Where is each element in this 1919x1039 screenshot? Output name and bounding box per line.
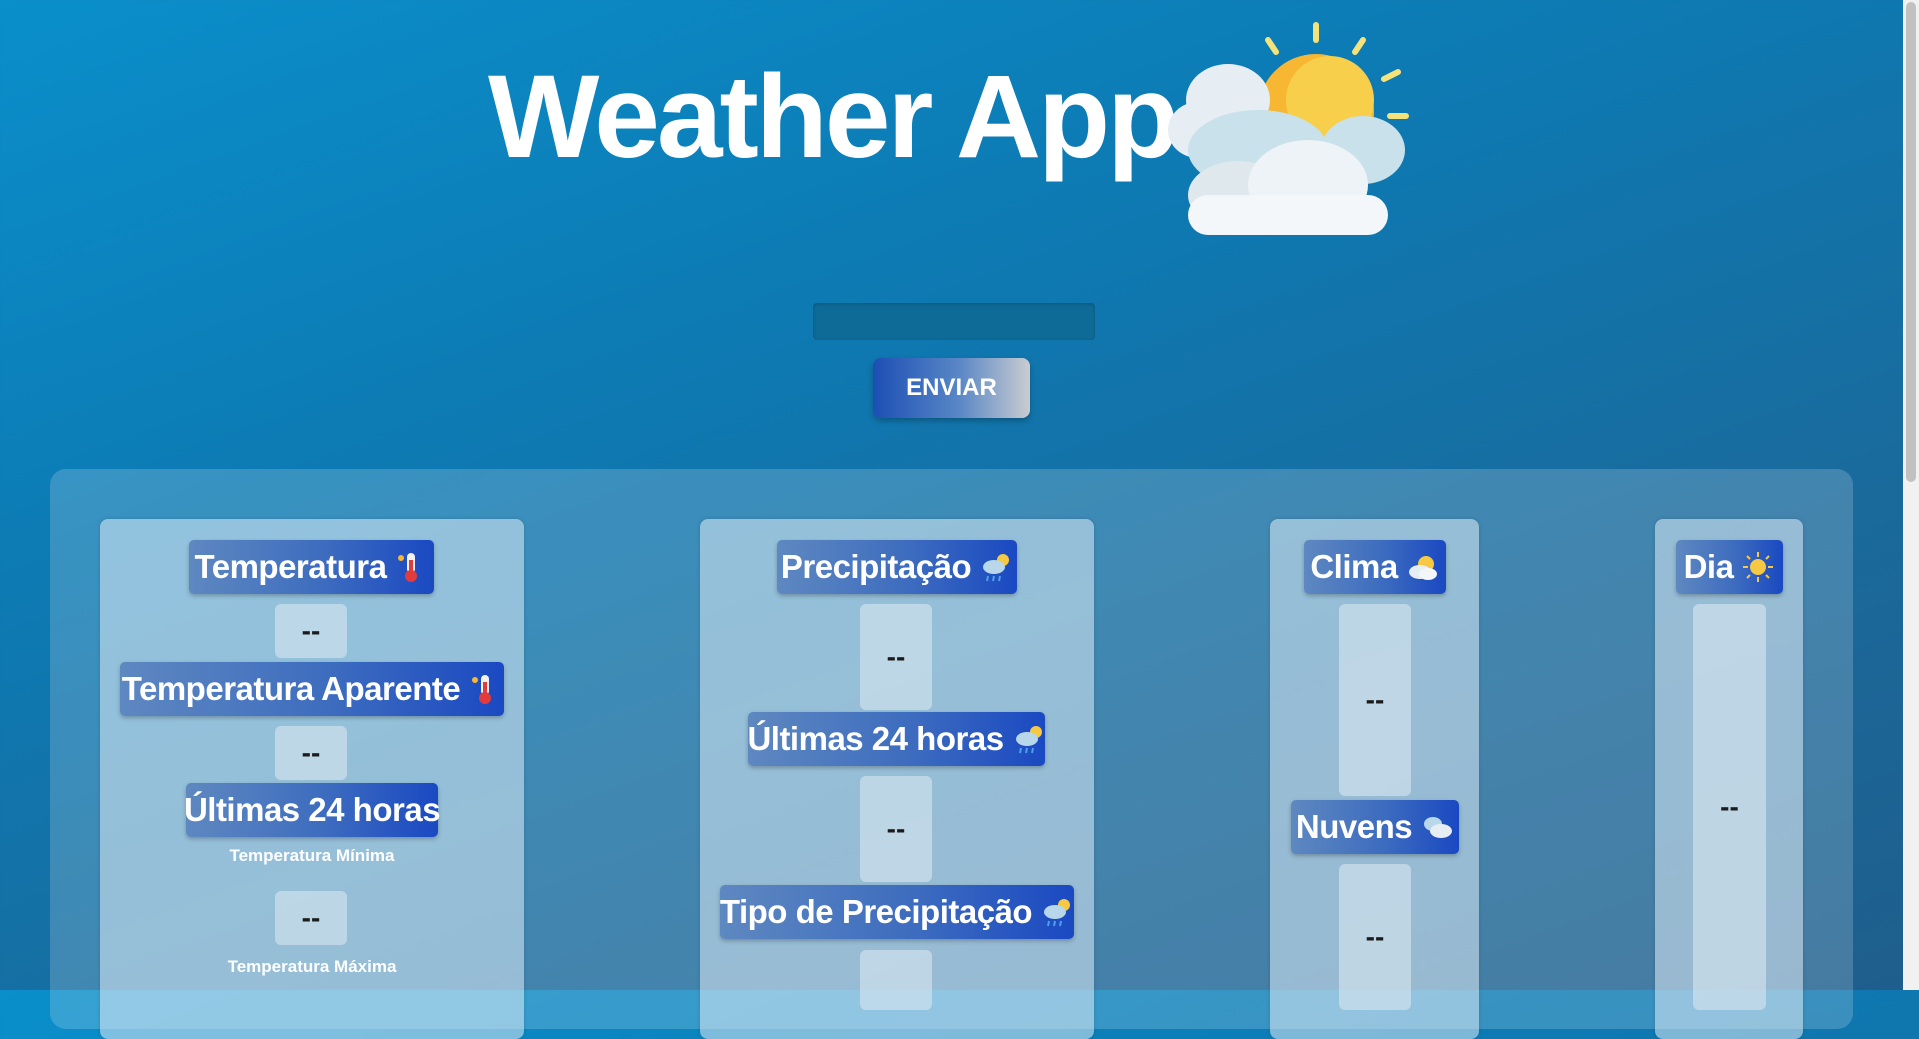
sun-icon	[1743, 552, 1774, 582]
apparent-temperature-label-text: Temperatura Aparente	[121, 670, 461, 707]
rain-cloud-icon	[1015, 726, 1042, 754]
precipitation-label-text: Precipitação	[780, 548, 972, 585]
app-title: Weather App	[488, 51, 1179, 183]
city-search-input[interactable]	[813, 303, 1095, 340]
weather-logo-icon	[1168, 22, 1409, 235]
scrollbar-thumb[interactable]	[1906, 2, 1916, 482]
precipitation-label: Precipitação	[777, 540, 1017, 594]
precipitation-type-value	[860, 950, 932, 1010]
temperature-last24-label-text: Últimas 24 horas	[183, 791, 441, 828]
day-label: Dia	[1676, 540, 1783, 594]
climate-label-text: Clima	[1310, 548, 1398, 585]
precipitation-value: --	[860, 604, 932, 710]
clouds-label: Nuvens	[1291, 800, 1459, 854]
rain-cloud-icon	[983, 554, 1010, 582]
clouds-value: --	[1339, 864, 1411, 1010]
day-label-text: Dia	[1683, 548, 1734, 585]
climate-label: Clima	[1304, 540, 1446, 594]
thermometer-icon	[398, 553, 418, 582]
day-value: --	[1693, 604, 1766, 1010]
temperature-last24-label: Últimas 24 horas	[183, 783, 441, 837]
min-temperature-value: --	[275, 891, 347, 945]
precipitation-last24-value: --	[860, 776, 932, 882]
rain-cloud-icon	[1044, 899, 1071, 927]
clouds-icon	[1424, 817, 1453, 838]
header: Weather App	[0, 0, 1903, 250]
thermometer-icon	[472, 675, 492, 704]
climate-value: --	[1339, 604, 1411, 796]
partly-cloudy-icon	[1408, 556, 1437, 580]
temperature-label-text: Temperatura	[194, 548, 387, 585]
min-temperature-label: Temperatura Mínima	[229, 846, 395, 865]
precipitation-last24-label-text: Últimas 24 horas	[747, 720, 1004, 757]
precipitation-type-label: Tipo de Precipitação	[720, 885, 1074, 939]
precipitation-last24-label: Últimas 24 horas	[747, 712, 1045, 766]
temperature-value: --	[275, 604, 347, 658]
page-scrollbar[interactable]	[1903, 0, 1919, 990]
max-temperature-label: Temperatura Máxima	[227, 957, 397, 976]
clouds-label-text: Nuvens	[1295, 808, 1413, 845]
apparent-temperature-value: --	[275, 726, 347, 780]
temperature-label: Temperatura	[189, 540, 434, 594]
precipitation-type-label-text: Tipo de Precipitação	[719, 893, 1033, 930]
apparent-temperature-label: Temperatura Aparente	[120, 662, 504, 716]
send-button[interactable]: ENVIAR	[873, 358, 1030, 418]
